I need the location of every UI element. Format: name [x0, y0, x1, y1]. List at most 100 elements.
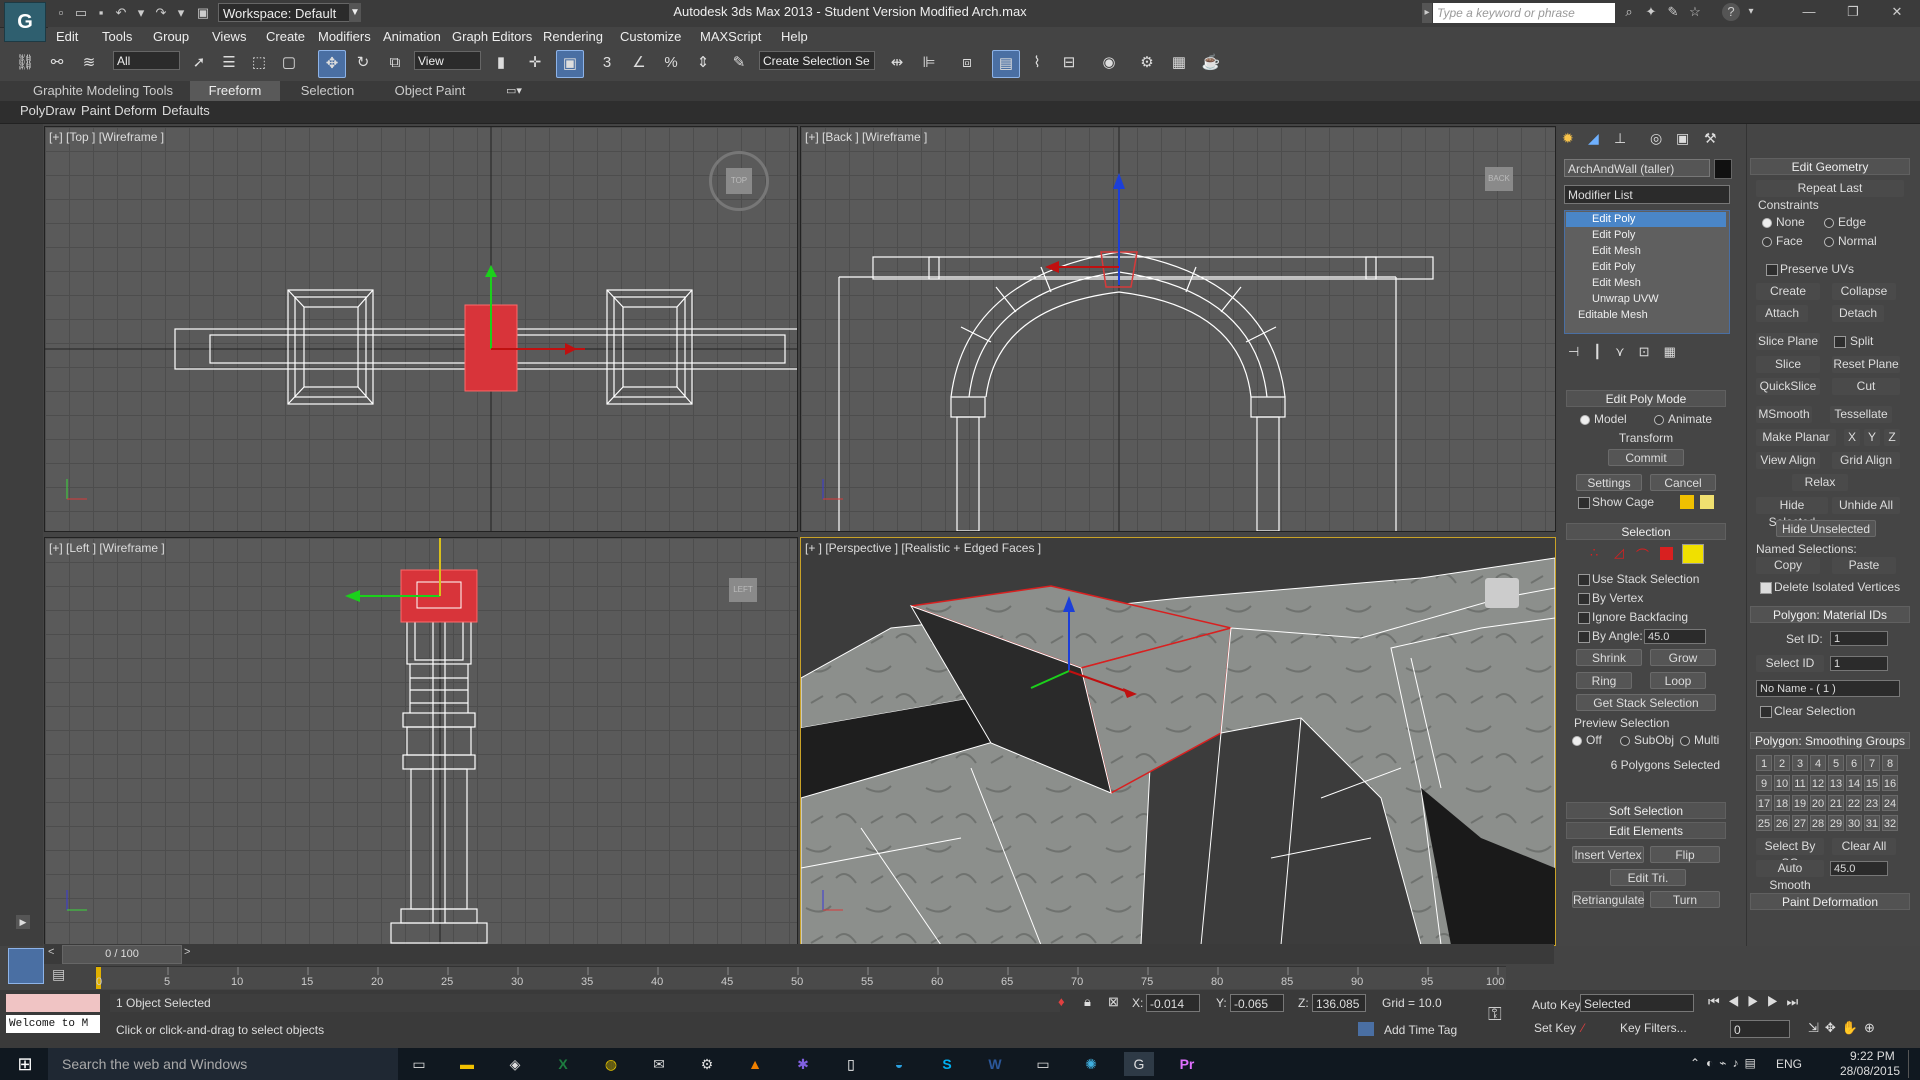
menu-group[interactable]: Group — [153, 27, 189, 47]
stack-tools-icons[interactable]: ⊣┃⋎⊡▦ — [1568, 344, 1728, 362]
paint-deformation-title[interactable]: Paint Deformation — [1750, 893, 1910, 910]
preview-subobj-radio[interactable] — [1620, 736, 1630, 746]
keyboard-shortcut-icon[interactable]: ▣ — [556, 50, 584, 78]
sg-button[interactable]: 29 — [1828, 815, 1844, 831]
next-frame-icon[interactable]: > — [184, 946, 196, 962]
word-icon[interactable]: W — [980, 1052, 1010, 1076]
ribbon-tab-graphite[interactable]: Graphite Modeling Tools — [28, 81, 178, 101]
planar-y-button[interactable]: Y — [1864, 429, 1880, 446]
ring-button[interactable]: Ring — [1576, 672, 1632, 689]
hide-unselected-button[interactable]: Hide Unselected — [1776, 520, 1876, 537]
show-desktop-button[interactable] — [1908, 1050, 1919, 1078]
menu-tools[interactable]: Tools — [102, 27, 132, 47]
viewcube-back-icon[interactable]: BACK — [1485, 167, 1513, 191]
schematic-view-icon[interactable]: ⊟ — [1056, 50, 1082, 76]
search-input[interactable]: Type a keyword or phrase — [1433, 3, 1615, 23]
premiere-icon[interactable]: Pr — [1172, 1052, 1202, 1076]
hierarchy-tab-icon[interactable]: ⊥ — [1614, 130, 1634, 148]
menu-animation[interactable]: Animation — [383, 27, 441, 47]
select-scale-icon[interactable]: ⧉ — [382, 50, 408, 76]
mirror-icon[interactable]: ⇹ — [884, 50, 910, 76]
set-key-icon[interactable]: ⚿ — [1488, 1004, 1518, 1026]
retriangulate-button[interactable]: Retriangulate — [1572, 891, 1644, 908]
sg-button[interactable]: 7 — [1864, 755, 1880, 771]
edit-poly-mode-title[interactable]: Edit Poly Mode — [1566, 390, 1726, 407]
sg-button[interactable]: 3 — [1792, 755, 1808, 771]
show-cage-checkbox[interactable] — [1578, 497, 1590, 509]
border-mode-icon[interactable]: ⌒ — [1636, 545, 1656, 563]
align-icon[interactable]: ⊫ — [916, 50, 942, 76]
constraint-normal-radio[interactable] — [1824, 237, 1834, 247]
terminal-icon[interactable]: ▭ — [1028, 1052, 1058, 1076]
menu-graph-editors[interactable]: Graph Editors — [452, 27, 532, 47]
menu-create[interactable]: Create — [266, 27, 305, 47]
sg-button[interactable]: 11 — [1792, 775, 1808, 791]
constraint-face-radio[interactable] — [1762, 237, 1772, 247]
msmooth-button[interactable]: MSmooth — [1756, 406, 1812, 423]
cancel-button[interactable]: Cancel — [1650, 474, 1716, 491]
element-mode-icon[interactable] — [1682, 544, 1704, 564]
menu-edit[interactable]: Edit — [56, 27, 78, 47]
sg-button[interactable]: 23 — [1864, 795, 1880, 811]
sg-button[interactable]: 4 — [1810, 755, 1826, 771]
viewport-top[interactable]: [+] [Top ] [Wireframe ] TOP — [44, 126, 798, 532]
subtab-defaults[interactable]: Defaults — [162, 103, 210, 118]
material-ids-title[interactable]: Polygon: Material IDs — [1750, 606, 1910, 623]
binoculars-icon[interactable]: ⌕ — [1620, 3, 1638, 21]
viewcube-perspective-icon[interactable] — [1485, 578, 1519, 608]
split-checkbox[interactable] — [1834, 336, 1846, 348]
sg-button[interactable]: 17 — [1756, 795, 1772, 811]
playback-controls-icons[interactable]: ⏮◀▶▶⏭ — [1708, 994, 1908, 1012]
create-tab-icon[interactable]: ✹ — [1562, 130, 1582, 148]
sg-button[interactable]: 21 — [1828, 795, 1844, 811]
auto-key-button[interactable]: Auto Key — [1532, 998, 1581, 1012]
material-editor-icon[interactable]: ◉ — [1096, 50, 1122, 76]
undo-icon[interactable]: ↶ — [112, 4, 130, 22]
viewport-perspective[interactable]: [+ ] [Perspective ] [Realistic + Edged F… — [800, 537, 1556, 946]
workspace-dropdown[interactable]: Workspace: Default — [218, 3, 361, 22]
sg-button[interactable]: 8 — [1882, 755, 1898, 771]
taskbar-search[interactable]: Search the web and Windows — [48, 1048, 398, 1080]
viewport-nav-icons[interactable]: ⇲✥✋⊕ — [1808, 1020, 1918, 1038]
make-planar-button[interactable]: Make Planar — [1756, 429, 1836, 446]
paste-button[interactable]: Paste — [1832, 557, 1896, 574]
display-tab-icon[interactable]: ▣ — [1676, 130, 1696, 148]
help-dropdown-icon[interactable]: ▾ — [1742, 3, 1760, 21]
stack-item-edit-mesh-2[interactable]: Edit Mesh — [1566, 276, 1726, 291]
favorites-star-icon[interactable]: ☆ — [1686, 3, 1704, 21]
mail-icon[interactable]: ✉ — [644, 1052, 674, 1076]
cut-button[interactable]: Cut — [1832, 378, 1900, 395]
y-coord-field[interactable]: -0.065 — [1230, 994, 1284, 1012]
current-frame-field[interactable]: 0 — [1730, 1020, 1790, 1038]
modify-tab-icon[interactable]: ◢ — [1588, 130, 1608, 148]
maxscript-mini-listener-pink[interactable] — [6, 994, 100, 1012]
ribbon-tab-selection[interactable]: Selection — [285, 81, 370, 101]
smoothing-groups-title[interactable]: Polygon: Smoothing Groups — [1750, 732, 1910, 749]
by-angle-spinner[interactable]: 45.0 — [1644, 629, 1706, 644]
excel-icon[interactable]: X — [548, 1052, 578, 1076]
sg-button[interactable]: 27 — [1792, 815, 1808, 831]
select-by-sg-button[interactable]: Select By SG — [1756, 838, 1824, 870]
link-icon[interactable]: ⛓ — [12, 50, 38, 76]
copy-button[interactable]: Copy — [1756, 557, 1820, 574]
sg-button[interactable]: 12 — [1810, 775, 1826, 791]
sg-button[interactable]: 30 — [1846, 815, 1862, 831]
redo-icon[interactable]: ↷ — [152, 4, 170, 22]
task-view-icon[interactable]: ▭ — [404, 1052, 434, 1076]
key-filters-button[interactable]: Key Filters... — [1620, 1021, 1687, 1035]
sg-button[interactable]: 5 — [1828, 755, 1844, 771]
select-id-button[interactable]: Select ID — [1756, 655, 1824, 672]
window-crossing-icon[interactable]: ▢ — [276, 50, 302, 76]
attach-button[interactable]: Attach — [1756, 305, 1808, 322]
z-coord-field[interactable]: 136.085 — [1312, 994, 1366, 1012]
percent-snap-icon[interactable]: % — [658, 50, 684, 76]
sg-button[interactable]: 1 — [1756, 755, 1772, 771]
constraint-edge-radio[interactable] — [1824, 218, 1834, 228]
unity-icon[interactable]: ◈ — [500, 1052, 530, 1076]
ribbon-tab-object-paint[interactable]: Object Paint — [380, 81, 480, 101]
set-id-spinner[interactable]: 1 — [1830, 631, 1888, 646]
close-icon[interactable]: ✕ — [1888, 3, 1906, 21]
viewport-back[interactable]: [+] [Back ] [Wireframe ] BACK — [800, 126, 1556, 532]
create-button[interactable]: Create — [1756, 283, 1820, 300]
vlc-icon[interactable]: ▲ — [740, 1052, 770, 1076]
